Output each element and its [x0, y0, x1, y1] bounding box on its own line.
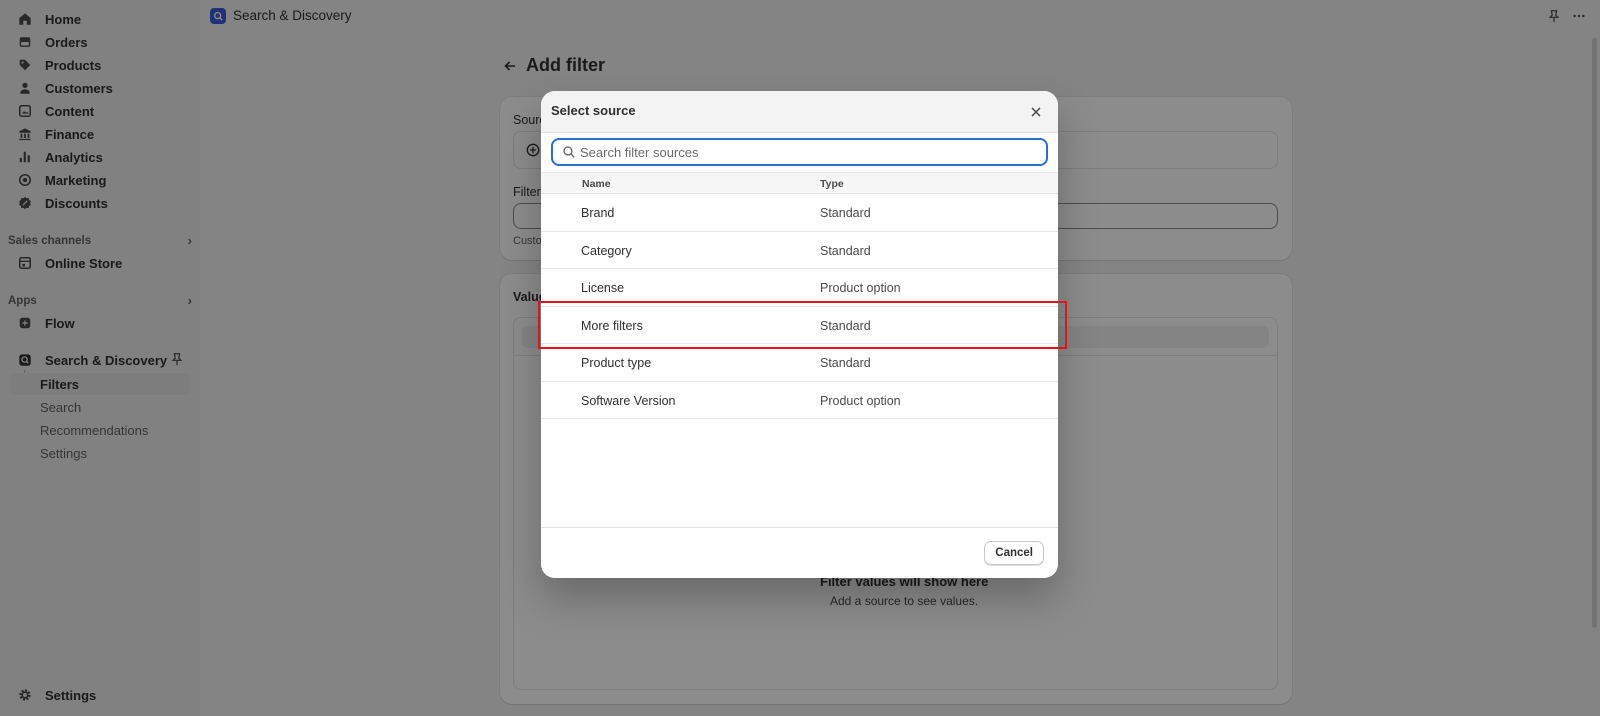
row-type: Product option [820, 281, 901, 295]
column-header-name[interactable]: Name [582, 178, 611, 190]
row-type: Standard [820, 206, 871, 220]
cancel-button[interactable]: Cancel [984, 541, 1044, 565]
row-name: Product type [581, 356, 652, 370]
row-name: Category [581, 243, 632, 258]
table-row[interactable]: Software Version Product option [541, 382, 1058, 419]
close-icon[interactable] [1026, 102, 1046, 122]
table-row[interactable]: Category Standard [541, 232, 1058, 269]
row-type: Product option [820, 393, 901, 408]
table-header: Name Type [541, 172, 1058, 194]
table-row[interactable]: Product type Standard [541, 344, 1058, 382]
search-input[interactable] [580, 144, 1020, 160]
column-header-type[interactable]: Type [820, 178, 844, 190]
modal-title: Select source [551, 103, 636, 118]
highlight-annotation [538, 301, 1067, 349]
row-name: Software Version [581, 393, 676, 408]
search-icon [562, 145, 576, 159]
row-name: License [581, 281, 625, 295]
row-type: Standard [820, 243, 871, 258]
row-name: Brand [581, 206, 615, 220]
table-row[interactable]: Brand Standard [541, 194, 1058, 232]
modal-header: Select source [541, 91, 1058, 133]
search-filter-sources-field[interactable] [551, 138, 1048, 166]
row-type: Standard [820, 356, 871, 370]
modal-footer: Cancel [541, 527, 1058, 578]
